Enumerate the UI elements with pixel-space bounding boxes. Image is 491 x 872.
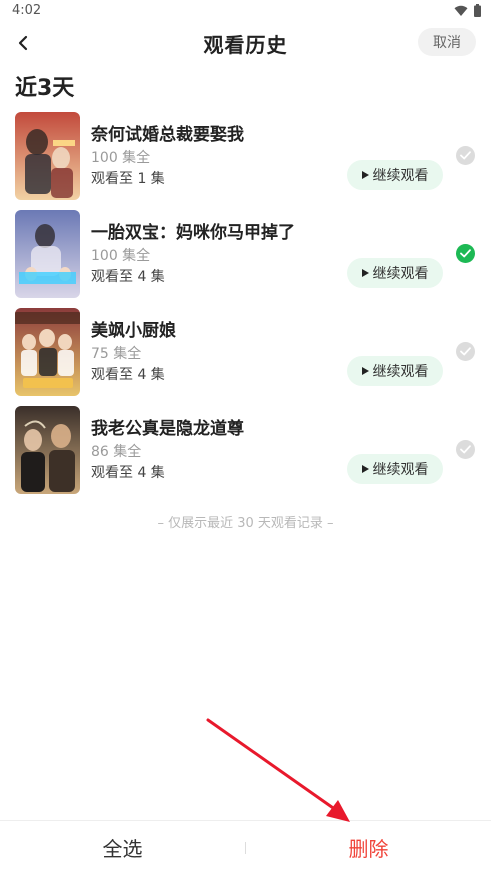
poster-image[interactable] <box>15 210 80 298</box>
select-all-button[interactable]: 全选 <box>0 821 245 872</box>
watched-progress: 观看至 4 集 <box>91 465 165 481</box>
check-icon <box>460 445 471 454</box>
show-title: 一胎双宝：妈咪你马甲掉了 <box>91 223 295 243</box>
episode-total: 100 集全 <box>91 150 151 166</box>
history-retention-note: – 仅展示最近 30 天观看记录 – <box>157 516 334 531</box>
select-checkbox[interactable] <box>456 342 475 361</box>
watched-progress: 观看至 1 集 <box>91 171 165 187</box>
delete-button[interactable]: 删除 <box>246 821 491 872</box>
continue-watching-label: 继续观看 <box>372 462 429 478</box>
bottom-action-bar: 全选 删除 <box>0 820 491 872</box>
check-icon <box>460 249 471 258</box>
show-title: 我老公真是隐龙道尊 <box>91 419 244 439</box>
watch-history-screen: 4:02 观看历史 取消 近3天 奈何试婚总裁要娶我 100 集全 观看至 1 … <box>0 0 491 872</box>
play-icon <box>361 269 369 277</box>
continue-watching-label: 继续观看 <box>372 168 429 184</box>
continue-watching-button[interactable]: 继续观看 <box>347 356 443 386</box>
history-item[interactable]: 我老公真是隐龙道尊 86 集全 观看至 4 集 继续观看 <box>0 406 491 504</box>
battery-icon <box>474 4 481 17</box>
history-item[interactable]: 一胎双宝：妈咪你马甲掉了 100 集全 观看至 4 集 继续观看 <box>0 210 491 308</box>
check-icon <box>460 151 471 160</box>
history-list: 奈何试婚总裁要娶我 100 集全 观看至 1 集 继续观看 一胎双宝：妈咪你马甲… <box>0 112 491 504</box>
play-icon <box>361 367 369 375</box>
status-time: 4:02 <box>12 3 42 18</box>
cancel-button[interactable]: 取消 <box>418 28 476 56</box>
select-checkbox[interactable] <box>456 146 475 165</box>
poster-image[interactable] <box>15 308 80 396</box>
episode-total: 100 集全 <box>91 248 151 264</box>
poster-art <box>15 406 80 494</box>
wifi-icon <box>454 5 468 16</box>
status-bar: 4:02 <box>0 0 491 24</box>
history-item[interactable]: 奈何试婚总裁要娶我 100 集全 观看至 1 集 继续观看 <box>0 112 491 210</box>
poster-image[interactable] <box>15 112 80 200</box>
poster-art <box>15 308 80 396</box>
continue-watching-button[interactable]: 继续观看 <box>347 160 443 190</box>
continue-watching-button[interactable]: 继续观看 <box>347 454 443 484</box>
history-item[interactable]: 美飒小厨娘 75 集全 观看至 4 集 继续观看 <box>0 308 491 406</box>
show-title: 美飒小厨娘 <box>91 321 176 341</box>
play-icon <box>361 171 369 179</box>
play-icon <box>361 465 369 473</box>
select-checkbox[interactable] <box>456 440 475 459</box>
poster-image[interactable] <box>15 406 80 494</box>
show-title: 奈何试婚总裁要娶我 <box>91 125 244 145</box>
section-title-recent: 近3天 <box>15 76 75 101</box>
episode-total: 86 集全 <box>91 444 142 460</box>
app-header: 观看历史 取消 <box>0 24 491 64</box>
poster-art <box>15 210 80 298</box>
continue-watching-label: 继续观看 <box>372 364 429 380</box>
watched-progress: 观看至 4 集 <box>91 367 165 383</box>
episode-total: 75 集全 <box>91 346 142 362</box>
watched-progress: 观看至 4 集 <box>91 269 165 285</box>
continue-watching-button[interactable]: 继续观看 <box>347 258 443 288</box>
status-icons <box>454 4 481 17</box>
select-checkbox[interactable] <box>456 244 475 263</box>
check-icon <box>460 347 471 356</box>
poster-art <box>15 112 80 200</box>
continue-watching-label: 继续观看 <box>372 266 429 282</box>
